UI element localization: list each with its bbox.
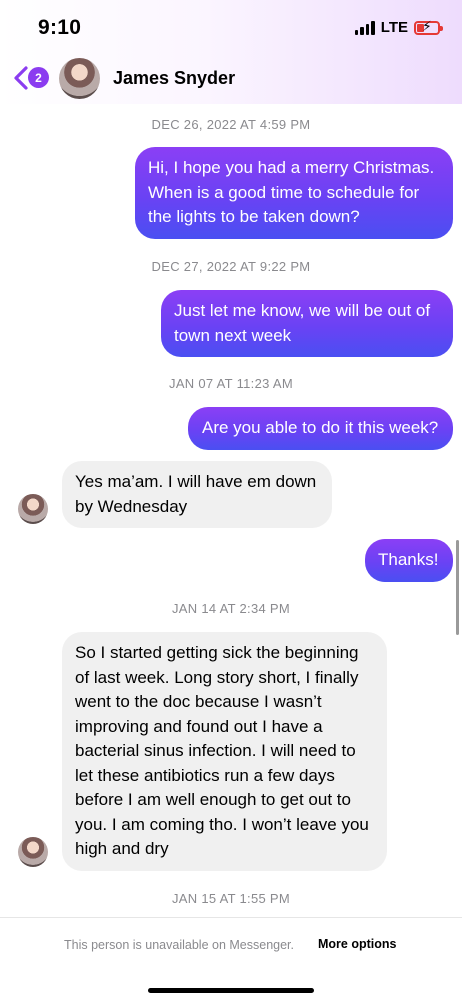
contact-avatar[interactable] xyxy=(18,494,48,524)
outgoing-message[interactable]: Thanks! xyxy=(365,539,453,582)
network-label: LTE xyxy=(380,19,408,36)
composer-footer: This person is unavailable on Messenger.… xyxy=(0,917,462,1000)
home-indicator[interactable] xyxy=(148,988,314,993)
contact-name[interactable]: James Snyder xyxy=(113,68,235,89)
timestamp: DEC 26, 2022 AT 4:59 PM xyxy=(151,117,311,132)
timestamp: JAN 14 AT 2:34 PM xyxy=(171,601,291,616)
outgoing-message[interactable]: Hi, I hope you had a merry Christmas. Wh… xyxy=(135,147,453,239)
contact-avatar[interactable] xyxy=(18,837,48,867)
incoming-message[interactable]: Yes ma’am. I will have em down by Wednes… xyxy=(62,461,332,528)
outgoing-message[interactable]: Are you able to do it this week? xyxy=(188,407,453,450)
unread-count-badge[interactable]: 2 xyxy=(28,67,49,88)
battery-charging-icon: ⚡ xyxy=(414,19,443,35)
contact-avatar[interactable] xyxy=(59,58,100,99)
signal-bars-icon xyxy=(354,20,375,35)
status-time: 9:10 xyxy=(38,16,82,39)
timestamp: JAN 15 AT 1:55 PM xyxy=(171,891,291,906)
more-options-link[interactable]: More options xyxy=(318,937,396,951)
timestamp: DEC 27, 2022 AT 9:22 PM xyxy=(151,259,311,274)
scrollbar[interactable] xyxy=(456,540,459,635)
status-indicators: LTE ⚡ xyxy=(354,19,443,36)
unavailable-notice: This person is unavailable on Messenger. xyxy=(64,938,294,952)
incoming-message[interactable]: So I started getting sick the beginning … xyxy=(62,632,387,871)
outgoing-message[interactable]: Just let me know, we will be out of town… xyxy=(161,290,453,357)
timestamp: JAN 07 AT 11:23 AM xyxy=(169,376,293,391)
conversation-header: 9:10 LTE ⚡ 2 James Snyder xyxy=(0,0,462,104)
